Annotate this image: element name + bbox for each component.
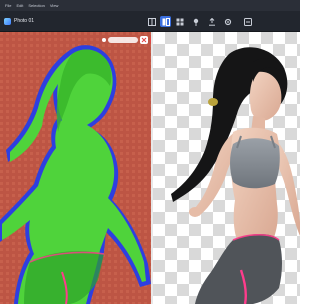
menu-bar: File Edit Selection View — [0, 0, 300, 11]
menu-file[interactable]: File — [5, 0, 11, 11]
menu-selection[interactable]: Selection — [28, 0, 44, 11]
menu-view[interactable]: View — [50, 0, 59, 11]
compare-icon — [162, 17, 170, 26]
zoom-slider[interactable] — [108, 36, 138, 43]
segmentation-mask-figure — [0, 32, 151, 304]
app-window: File Edit Selection View Photo 01 — [0, 0, 300, 304]
cutout-result-figure — [171, 47, 300, 304]
compare-button[interactable] — [160, 16, 171, 27]
grid-button[interactable] — [174, 16, 185, 27]
canvas-area[interactable] — [0, 32, 300, 304]
zoom-control — [102, 35, 151, 44]
export-icon — [208, 17, 215, 26]
clear-mask-button[interactable] — [140, 35, 148, 44]
export-button[interactable] — [206, 16, 217, 27]
toolbar: Photo 01 — [0, 11, 300, 32]
settings-icon — [224, 18, 231, 25]
layout-icon — [147, 17, 156, 26]
settings-button[interactable] — [222, 16, 233, 27]
more-icon — [243, 17, 252, 26]
grid-icon — [176, 18, 183, 25]
more-button[interactable] — [242, 16, 253, 27]
pin-button[interactable] — [190, 16, 201, 27]
zoom-handle[interactable] — [102, 37, 106, 42]
layout-button[interactable] — [146, 16, 157, 27]
app-logo-icon — [4, 18, 11, 25]
pin-icon — [193, 18, 198, 26]
result-preview-pane[interactable] — [153, 32, 300, 304]
menu-edit[interactable]: Edit — [16, 0, 23, 11]
file-name: Photo 01 — [14, 18, 35, 24]
close-icon — [141, 37, 147, 42]
mask-preview-pane[interactable] — [0, 32, 151, 304]
